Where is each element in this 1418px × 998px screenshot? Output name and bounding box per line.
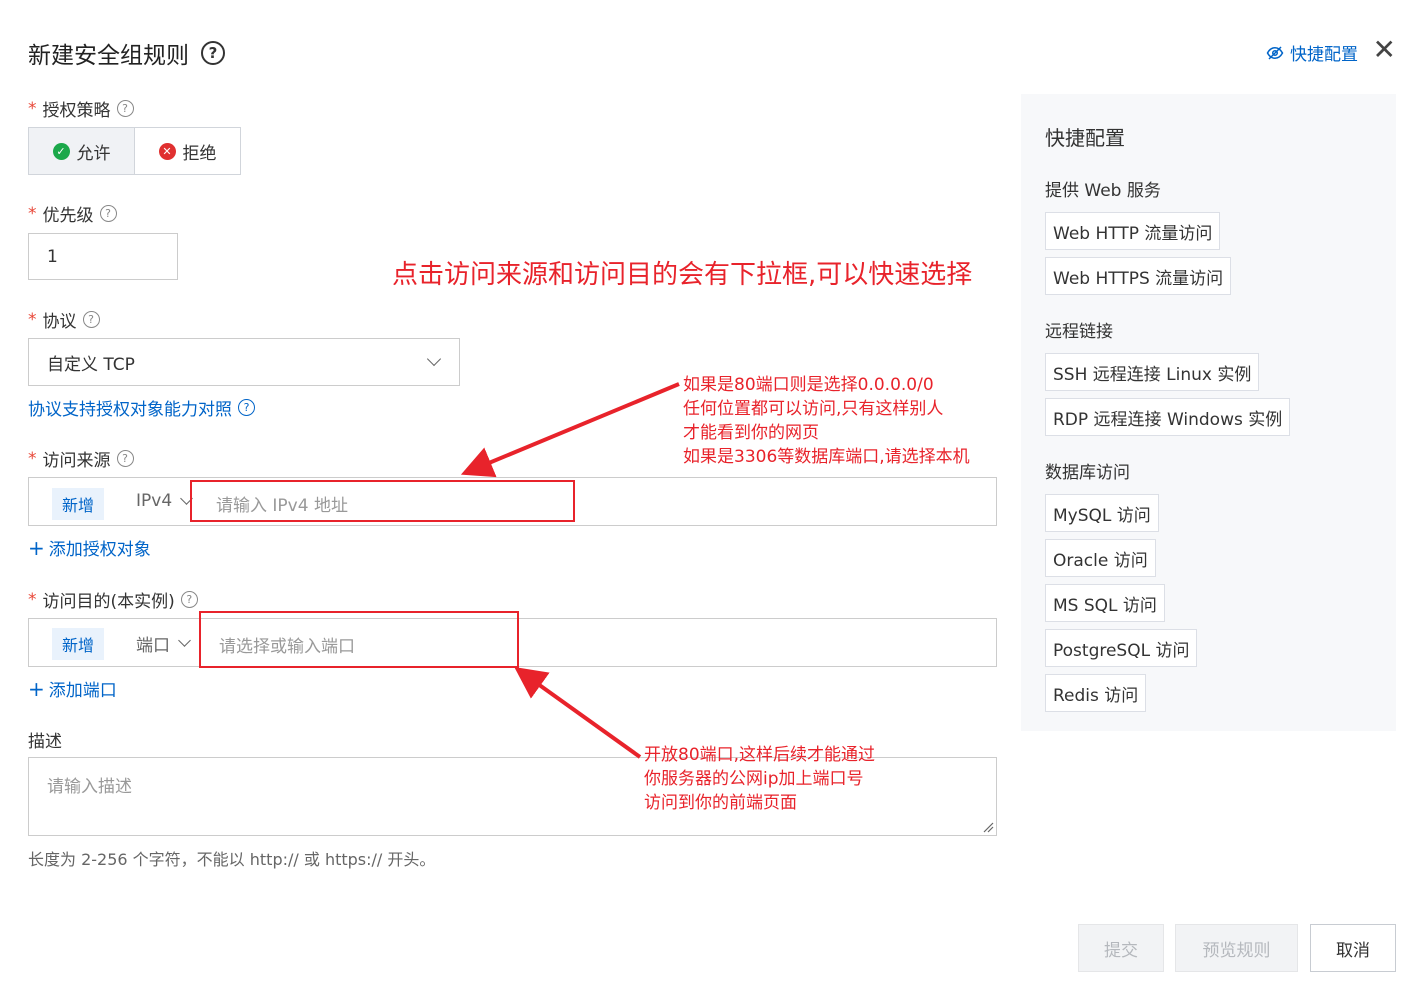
- submit-button[interactable]: 提交: [1078, 924, 1164, 972]
- preview-rules-button[interactable]: 预览规则: [1175, 924, 1298, 972]
- section-heading-web: 提供 Web 服务: [1045, 181, 1161, 201]
- quick-config-panel: 快捷配置 提供 Web 服务 Web HTTP 流量访问 Web HTTPS 流…: [1021, 94, 1396, 731]
- chip-postgresql[interactable]: PostgreSQL 访问: [1045, 629, 1198, 667]
- arrow-to-source: [460, 382, 680, 478]
- chip-oracle[interactable]: Oracle 访问: [1045, 539, 1156, 577]
- chip-mysql[interactable]: MySQL 访问: [1045, 494, 1159, 532]
- chip-web-http[interactable]: Web HTTP 流量访问: [1045, 212, 1221, 250]
- chip-ssh[interactable]: SSH 远程连接 Linux 实例: [1045, 353, 1260, 391]
- chip-redis[interactable]: Redis 访问: [1045, 674, 1147, 712]
- chip-mssql[interactable]: MS SQL 访问: [1045, 584, 1165, 622]
- section-heading-remote: 远程链接: [1045, 322, 1113, 342]
- panel-title: 快捷配置: [1045, 126, 1125, 150]
- chip-rdp[interactable]: RDP 远程连接 Windows 实例: [1045, 398, 1291, 436]
- cancel-button[interactable]: 取消: [1310, 924, 1396, 972]
- section-heading-db: 数据库访问: [1045, 463, 1130, 483]
- chip-web-https[interactable]: Web HTTPS 流量访问: [1045, 257, 1232, 295]
- arrow-to-destination: [514, 667, 642, 759]
